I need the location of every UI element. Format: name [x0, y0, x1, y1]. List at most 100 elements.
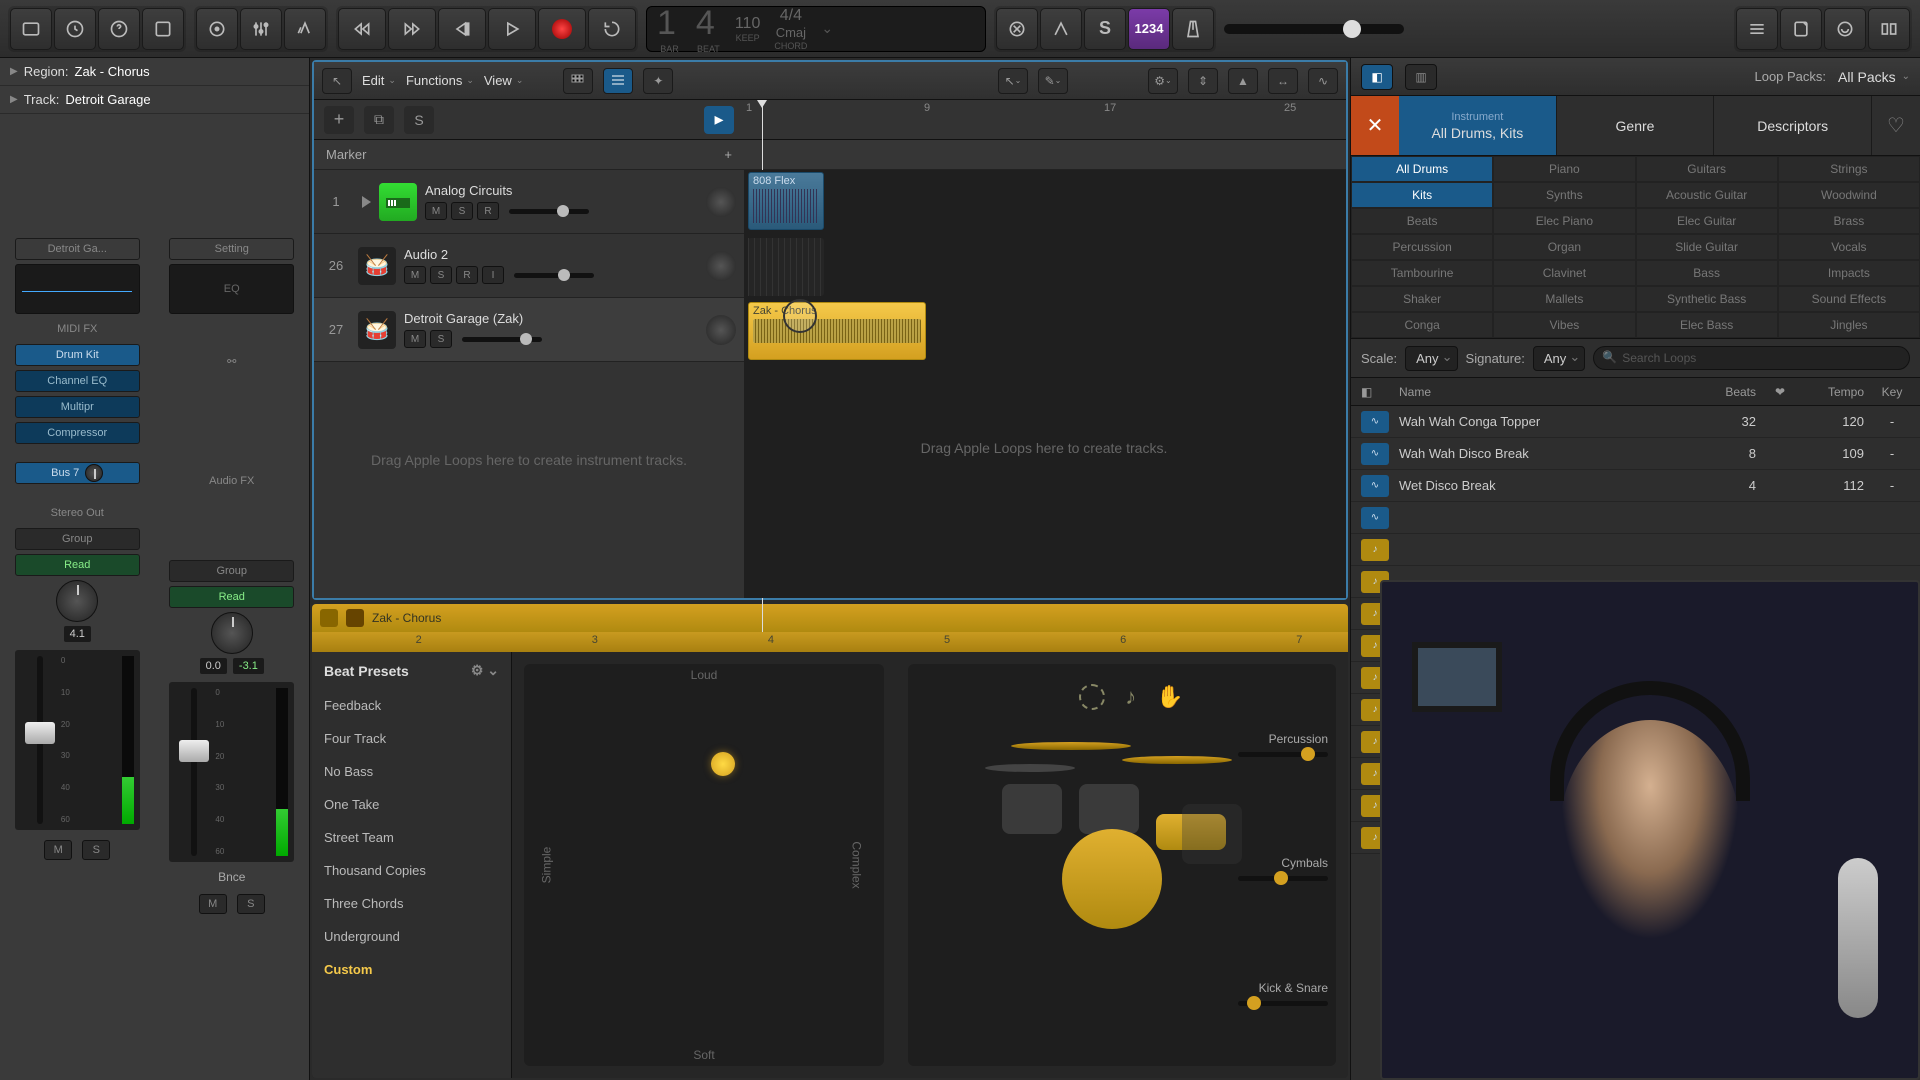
view-menu[interactable]: View⌄	[484, 73, 524, 88]
quick-help-icon[interactable]	[98, 8, 140, 50]
preset-item[interactable]: Underground	[312, 920, 511, 953]
audiofx-slot[interactable]: Multipr	[15, 396, 140, 418]
drummer-ruler[interactable]: 2 3 4 5 6 7	[312, 632, 1348, 652]
preset-item[interactable]: Street Team	[312, 821, 511, 854]
tag-button[interactable]: Conga	[1351, 312, 1493, 338]
tag-button[interactable]: Acoustic Guitar	[1636, 182, 1778, 208]
scale-select[interactable]: Any	[1405, 346, 1457, 371]
preset-item[interactable]: Four Track	[312, 722, 511, 755]
instrument-tab[interactable]: Instrument All Drums, Kits	[1399, 96, 1557, 155]
duplicate-track-icon[interactable]: ⧉	[364, 106, 394, 134]
tag-button[interactable]: Organ	[1493, 234, 1635, 260]
pan-knob[interactable]	[56, 580, 98, 622]
tag-button[interactable]: Bass	[1636, 260, 1778, 286]
hihat-icon[interactable]	[1122, 756, 1232, 764]
functions-menu[interactable]: Functions⌄	[406, 73, 474, 88]
tag-button[interactable]: Guitars	[1636, 156, 1778, 182]
tom-icon[interactable]	[1002, 784, 1062, 834]
add-track-button[interactable]: +	[324, 106, 354, 134]
loop-view-column-icon[interactable]: ▥	[1405, 64, 1437, 90]
toolbar-icon[interactable]	[142, 8, 184, 50]
input-monitor-button[interactable]: I	[482, 266, 504, 284]
loop-item[interactable]: ∿ Wah Wah Conga Topper 32 120 -	[1351, 406, 1920, 438]
count-in-button[interactable]: 1234	[1128, 8, 1170, 50]
tag-button[interactable]: Elec Bass	[1636, 312, 1778, 338]
crash-cymbal-icon[interactable]	[1011, 742, 1131, 750]
loop-item[interactable]: ∿ Wet Disco Break 4 112 -	[1351, 470, 1920, 502]
tag-button[interactable]: Vocals	[1778, 234, 1920, 260]
track-play-icon[interactable]	[362, 196, 371, 208]
group-slot[interactable]: Group	[15, 528, 140, 550]
track-header[interactable]: 26 🥁 Audio 2 M S R I	[314, 234, 744, 298]
tag-button[interactable]: Shaker	[1351, 286, 1493, 312]
tag-button[interactable]: Beats	[1351, 208, 1493, 234]
group-slot[interactable]: Group	[169, 560, 294, 582]
descriptors-tab[interactable]: Descriptors	[1714, 96, 1872, 155]
marker-track[interactable]: Marker+	[314, 140, 1346, 170]
preset-item[interactable]: Custom	[312, 953, 511, 986]
track-header[interactable]: 1 Analog Circuits M S R	[314, 170, 744, 234]
solo-button[interactable]: S	[237, 894, 265, 914]
loop-item[interactable]: ♪	[1351, 534, 1920, 566]
xy-puck[interactable]	[711, 752, 735, 776]
tag-button[interactable]: Woodwind	[1778, 182, 1920, 208]
mute-button[interactable]: M	[404, 330, 426, 348]
tag-button[interactable]: Piano	[1493, 156, 1635, 182]
tag-button[interactable]: Percussion	[1351, 234, 1493, 260]
loop-browser-icon[interactable]	[1824, 8, 1866, 50]
favorite-column-icon[interactable]: ❤	[1766, 385, 1794, 399]
rewind-icon[interactable]	[338, 8, 386, 50]
kick-icon[interactable]	[1062, 829, 1162, 929]
loop-item[interactable]: ∿ Wah Wah Disco Break 8 109 -	[1351, 438, 1920, 470]
tag-button[interactable]: Strings	[1778, 156, 1920, 182]
automation-mode[interactable]: Read	[15, 554, 140, 576]
tag-button[interactable]: Clavinet	[1493, 260, 1635, 286]
solo-button[interactable]: S	[82, 840, 110, 860]
record-icon[interactable]	[538, 8, 586, 50]
tag-button[interactable]: Tambourine	[1351, 260, 1493, 286]
tag-button[interactable]: Sound Effects	[1778, 286, 1920, 312]
inspector-icon[interactable]	[54, 8, 96, 50]
volume-fader[interactable]: 01020304060	[15, 650, 140, 830]
tag-button[interactable]: All Drums	[1351, 156, 1493, 182]
audiofx-slot[interactable]: Compressor	[15, 422, 140, 444]
midi-region[interactable]: 808 Flex	[748, 172, 824, 230]
gear-icon[interactable]: ⚙⌄	[1148, 68, 1178, 94]
smart-controls-icon[interactable]	[196, 8, 238, 50]
automation-mode[interactable]: Read	[169, 586, 294, 608]
close-filter-button[interactable]: ✕	[1351, 96, 1399, 155]
tool-left-icon[interactable]: ↖⌄	[998, 68, 1028, 94]
type-icon[interactable]: ◧	[1361, 385, 1389, 399]
clap-icon[interactable]: ✋	[1156, 684, 1183, 710]
shaker-icon[interactable]: ♪	[1125, 684, 1136, 710]
global-solo-icon[interactable]: S	[404, 106, 434, 134]
library-icon[interactable]	[10, 8, 52, 50]
grid-icon[interactable]	[563, 68, 593, 94]
solo-button[interactable]: S	[451, 202, 473, 220]
bar-ruler[interactable]: 1 9 17 25	[744, 100, 1346, 139]
lcd-display[interactable]: 1BAR 4BEAT 110KEEP 4/4CmajCHORD ⌄	[646, 6, 986, 52]
drummer-icon[interactable]: 🥁	[358, 311, 396, 349]
send-slot[interactable]: Bus 7	[15, 462, 140, 484]
drummer-region[interactable]: Zak - Chorus	[748, 302, 926, 360]
tag-button[interactable]: Elec Guitar	[1636, 208, 1778, 234]
list-editors-icon[interactable]	[1736, 8, 1778, 50]
track-volume-slider[interactable]	[462, 337, 542, 342]
kicksnare-slider[interactable]	[1238, 1001, 1328, 1006]
bounce-button[interactable]: Bnce	[218, 870, 245, 884]
editors-icon[interactable]	[284, 8, 326, 50]
preset-item[interactable]: Thousand Copies	[312, 854, 511, 887]
flex-icon[interactable]: ✦	[643, 68, 673, 94]
lcd-chevron-icon[interactable]: ⌄	[821, 20, 833, 37]
forward-icon[interactable]	[388, 8, 436, 50]
preset-item[interactable]: Feedback	[312, 689, 511, 722]
tag-button[interactable]: Elec Piano	[1493, 208, 1635, 234]
autopunch-icon[interactable]	[1040, 8, 1082, 50]
mute-button[interactable]: M	[44, 840, 72, 860]
track-pan-knob[interactable]	[706, 315, 736, 345]
metronome-icon[interactable]	[1172, 8, 1214, 50]
media-browser-icon[interactable]	[1868, 8, 1910, 50]
volume-fader[interactable]: 01020304060	[169, 682, 294, 862]
tag-button[interactable]: Impacts	[1778, 260, 1920, 286]
region-header[interactable]: ▶ Region: Zak - Chorus	[0, 58, 309, 86]
